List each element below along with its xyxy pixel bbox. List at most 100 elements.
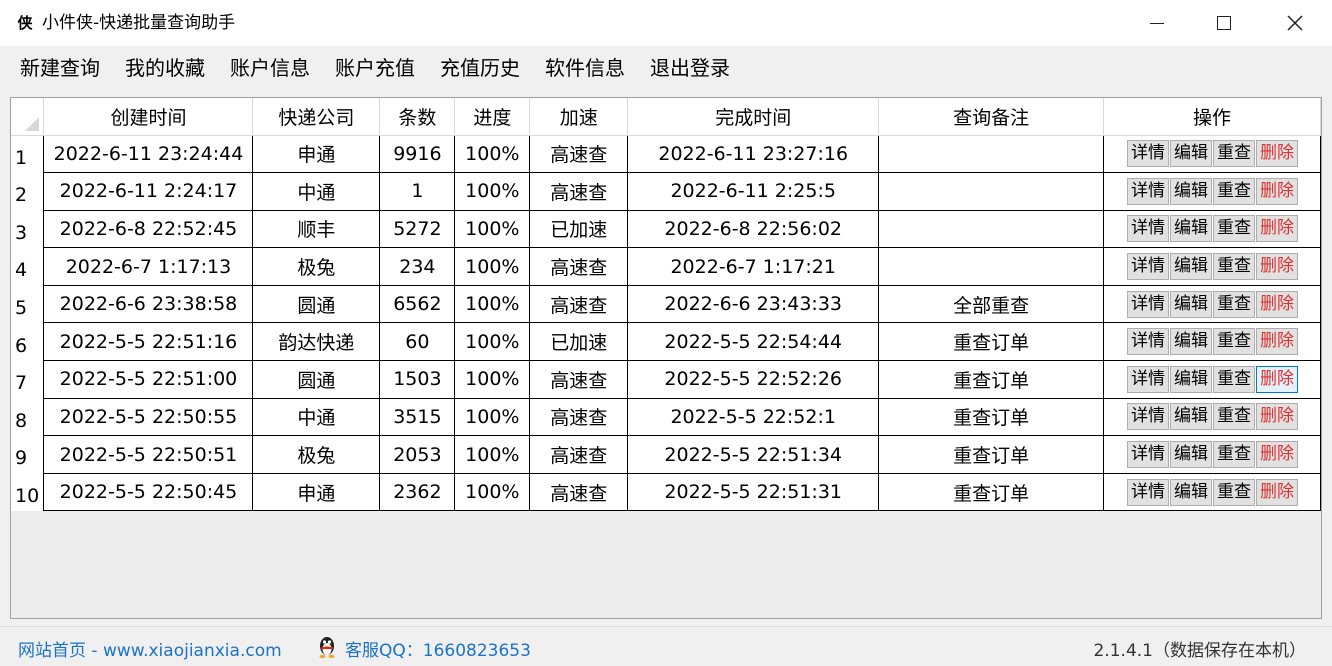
column-header-company[interactable]: 快递公司 (252, 98, 381, 136)
app-icon: 侠 (17, 14, 33, 32)
query-table: 创建时间 快递公司 条数 进度 加速 完成时间 查询备注 操作 1 2022-6-… (11, 98, 1322, 512)
row-number[interactable]: 3 (11, 210, 45, 248)
delete-button[interactable]: 删除 (1255, 215, 1298, 243)
detail-button[interactable]: 详情 (1126, 215, 1169, 243)
requery-button[interactable]: 重查 (1212, 253, 1255, 281)
cell-speed: 高速查 (529, 397, 629, 437)
table-row[interactable]: 3 2022-6-8 22:52:45 顺丰 5272 100% 已加速 2022-6-8 … (11, 209, 1322, 249)
cell-speed: 高速查 (529, 247, 629, 286)
row-number[interactable]: 9 (11, 435, 45, 474)
detail-button[interactable]: 详情 (1126, 177, 1169, 205)
minimize-button[interactable] (1122, 0, 1192, 46)
table-row[interactable]: 7 2022-5-5 22:51:00 圆通 1503 100% 高速查 2022-5-5 … (11, 360, 1322, 399)
requery-button[interactable]: 重查 (1212, 328, 1255, 356)
cell-company: 中通 (252, 397, 381, 437)
delete-button[interactable]: 删除 (1255, 441, 1298, 469)
menu-logout[interactable]: 退出登录 (650, 55, 730, 81)
menu-software-info[interactable]: 软件信息 (545, 55, 625, 81)
select-all-corner[interactable] (11, 98, 45, 136)
requery-button[interactable]: 重查 (1212, 403, 1255, 431)
requery-button[interactable]: 重查 (1212, 177, 1255, 205)
website-link[interactable]: 网站首页 - www.xiaojianxia.com (18, 636, 282, 661)
delete-button[interactable]: 删除 (1255, 403, 1298, 431)
table-row[interactable]: 9 2022-5-5 22:50:51 极兔 2053 100% 高速查 2022-5-5 … (11, 435, 1322, 474)
cell-progress: 100% (454, 247, 531, 286)
detail-button[interactable]: 详情 (1126, 441, 1169, 469)
column-header-note[interactable]: 查询备注 (878, 98, 1104, 136)
edit-button[interactable]: 编辑 (1169, 478, 1212, 506)
delete-button[interactable]: 删除 (1255, 478, 1298, 506)
detail-button[interactable]: 详情 (1126, 478, 1169, 506)
table-row[interactable]: 8 2022-5-5 22:50:55 中通 3515 100% 高速查 2022-5-5 … (11, 397, 1322, 437)
delete-button[interactable]: 删除 (1255, 177, 1298, 205)
edit-button[interactable]: 编辑 (1169, 290, 1212, 318)
menu-favorites[interactable]: 我的收藏 (125, 55, 205, 81)
row-number[interactable]: 10 (11, 473, 45, 511)
cell-actions: 详情 编辑 重查 删除 (1102, 172, 1322, 211)
table-row[interactable]: 5 2022-6-6 23:38:58 圆通 6562 100% 高速查 2022-6-6 … (11, 284, 1322, 324)
row-number[interactable]: 6 (11, 322, 45, 361)
cell-progress: 100% (454, 134, 531, 174)
row-number[interactable]: 2 (11, 172, 45, 211)
edit-button[interactable]: 编辑 (1169, 328, 1212, 356)
cell-count: 6562 (379, 284, 456, 324)
status-bar: 网站首页 - www.xiaojianxia.com 客服QQ：16608236… (0, 626, 1332, 666)
detail-button[interactable]: 详情 (1126, 365, 1169, 393)
edit-button[interactable]: 编辑 (1169, 253, 1212, 281)
row-number[interactable]: 5 (11, 285, 45, 323)
row-number[interactable]: 1 (11, 135, 45, 173)
edit-button[interactable]: 编辑 (1169, 365, 1212, 393)
delete-button[interactable]: 删除 (1255, 290, 1298, 318)
detail-button[interactable]: 详情 (1126, 403, 1169, 431)
title-bar: 侠 小件侠-快递批量查询助手 (0, 0, 1332, 46)
table-row[interactable]: 6 2022-5-5 22:51:16 韵达快递 60 100% 已加速 2022-5-5 … (11, 322, 1322, 362)
table-row[interactable]: 2 2022-6-11 2:24:17 中通 1 100% 高速查 2022-6-11 2:… (11, 172, 1322, 211)
menu-recharge-history[interactable]: 充值历史 (440, 55, 520, 81)
requery-button[interactable]: 重查 (1212, 441, 1255, 469)
menu-new-query[interactable]: 新建查询 (20, 55, 100, 81)
detail-button[interactable]: 详情 (1126, 253, 1169, 281)
row-number[interactable]: 8 (11, 398, 45, 436)
menu-account-info[interactable]: 账户信息 (230, 55, 310, 81)
column-header-actions[interactable]: 操作 (1103, 98, 1322, 136)
cell-created: 2022-6-6 23:38:58 (43, 284, 254, 324)
requery-button[interactable]: 重查 (1212, 215, 1255, 243)
edit-button[interactable]: 编辑 (1169, 403, 1212, 431)
column-header-count[interactable]: 条数 (379, 98, 456, 136)
column-header-done[interactable]: 完成时间 (627, 98, 880, 136)
delete-button[interactable]: 删除 (1255, 365, 1298, 393)
delete-button[interactable]: 删除 (1255, 140, 1298, 168)
row-number[interactable]: 4 (11, 247, 45, 286)
menu-recharge[interactable]: 账户充值 (335, 55, 415, 81)
cell-done: 2022-6-6 23:43:33 (627, 284, 880, 324)
edit-button[interactable]: 编辑 (1169, 140, 1212, 168)
table-row[interactable]: 4 2022-6-7 1:17:13 极兔 234 100% 高速查 2022-6-7 1:… (11, 247, 1322, 286)
delete-button[interactable]: 删除 (1255, 253, 1298, 281)
requery-button[interactable]: 重查 (1212, 290, 1255, 318)
cell-company: 中通 (252, 172, 381, 211)
table-row[interactable]: 10 2022-5-5 22:50:45 申通 2362 100% 高速查 2022-5-5… (11, 472, 1322, 512)
cell-done: 2022-5-5 22:52:26 (627, 360, 880, 399)
delete-button[interactable]: 删除 (1255, 328, 1298, 356)
table-row[interactable]: 1 2022-6-11 23:24:44 申通 9916 100% 高速查 2022-6-1… (11, 134, 1322, 174)
detail-button[interactable]: 详情 (1126, 328, 1169, 356)
cell-count: 234 (379, 247, 456, 286)
row-number[interactable]: 7 (11, 360, 45, 399)
close-button[interactable] (1260, 0, 1330, 46)
edit-button[interactable]: 编辑 (1169, 215, 1212, 243)
edit-button[interactable]: 编辑 (1169, 177, 1212, 205)
requery-button[interactable]: 重查 (1212, 140, 1255, 168)
cell-progress: 100% (454, 322, 531, 362)
requery-button[interactable]: 重查 (1212, 478, 1255, 506)
column-header-created[interactable]: 创建时间 (43, 98, 254, 136)
requery-button[interactable]: 重查 (1212, 365, 1255, 393)
detail-button[interactable]: 详情 (1126, 290, 1169, 318)
column-header-progress[interactable]: 进度 (454, 98, 531, 136)
column-header-speed[interactable]: 加速 (529, 98, 629, 136)
cell-done: 2022-6-7 1:17:21 (627, 247, 880, 286)
edit-button[interactable]: 编辑 (1169, 441, 1212, 469)
detail-button[interactable]: 详情 (1126, 140, 1169, 168)
support-qq[interactable]: 客服QQ：1660823653 (345, 636, 531, 661)
maximize-button[interactable] (1189, 0, 1259, 46)
cell-progress: 100% (454, 284, 531, 324)
